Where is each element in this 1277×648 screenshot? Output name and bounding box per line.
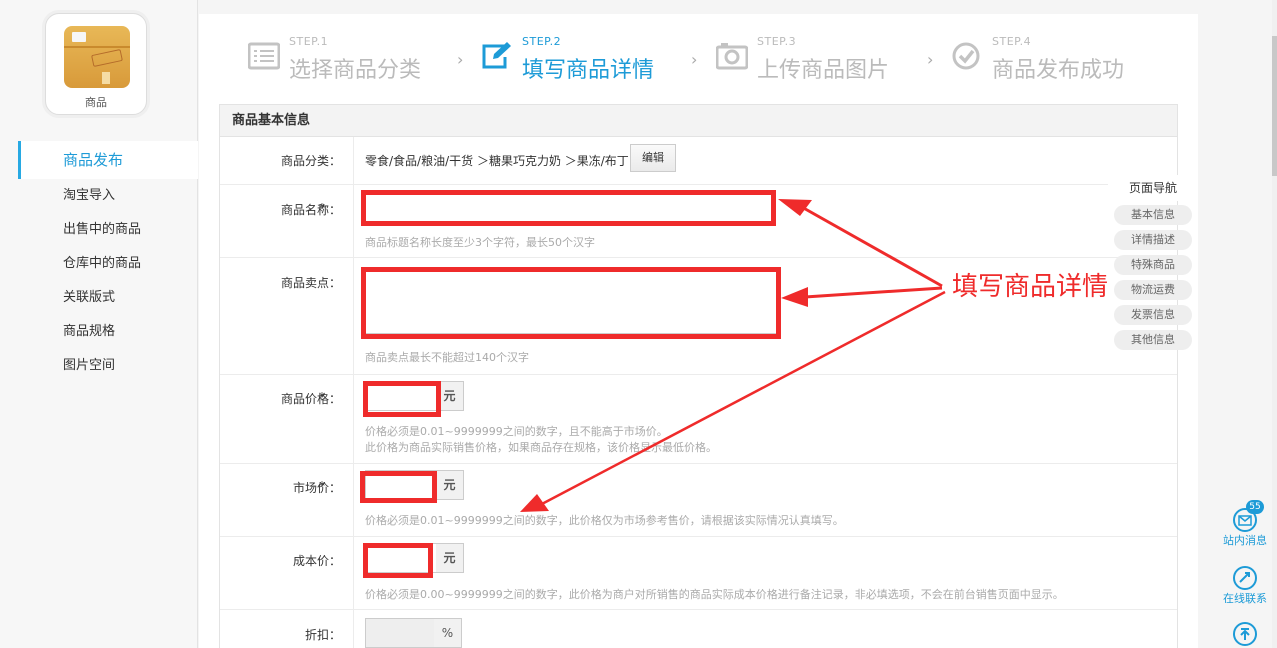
- page-nav-item-shipping[interactable]: 物流运费: [1114, 280, 1192, 300]
- category-label: 商品分类：: [280, 154, 341, 168]
- market-price-label: 市场价：: [292, 481, 341, 495]
- page-nav-item-basic[interactable]: 基本信息: [1114, 205, 1192, 225]
- chat-icon: [1233, 566, 1257, 590]
- market-price-hint: 价格必须是0.01~9999999之间的数字，此价格仅为市场参考售价，请根据该实…: [365, 514, 844, 527]
- cost-price-label: 成本价：: [292, 554, 341, 568]
- goods-box-icon: [64, 26, 130, 88]
- chevron-right-icon: ›: [457, 50, 464, 69]
- chevron-right-icon: ›: [691, 50, 698, 69]
- sidebar-item-taobao-import[interactable]: 淘宝导入: [18, 179, 198, 213]
- selling-point-hint: 商品卖点最长不能超过140个汉字: [365, 351, 529, 364]
- highlight-cost-price-box: [363, 543, 433, 578]
- category-path: 零食/食品/粮油/干货 ＞糖果巧克力奶 ＞果冻/布丁: [365, 154, 629, 168]
- cost-price-hint: 价格必须是0.00~9999999之间的数字，此价格为商户对所销售的商品实际成本…: [365, 588, 1064, 601]
- step-progress: STEP.1 选择商品分类 › STEP.2 填写商品详情 › STEP.3 上…: [199, 30, 1198, 90]
- online-contact-button[interactable]: 在线联系: [1218, 566, 1272, 606]
- check-circle-icon: [952, 42, 980, 70]
- sidebar-item-specs[interactable]: 商品规格: [18, 315, 198, 349]
- sidebar-item-warehouse[interactable]: 仓库中的商品: [18, 247, 198, 281]
- sidebar-item-publish[interactable]: 商品发布: [18, 141, 198, 179]
- app-logo-box[interactable]: 商品: [45, 13, 147, 115]
- page-nav-item-detail[interactable]: 详情描述: [1114, 230, 1192, 250]
- discount-input[interactable]: [365, 618, 435, 648]
- sidebar-item-related-layout[interactable]: 关联版式: [18, 281, 198, 315]
- list-icon: [248, 42, 280, 70]
- discount-unit: %: [434, 618, 462, 648]
- chevron-right-icon: ›: [927, 50, 934, 69]
- edit-icon: [482, 42, 511, 69]
- category-row: 商品分类： 零食/食品/粮油/干货 ＞糖果巧克力奶 ＞果冻/布丁 编辑: [220, 137, 1177, 185]
- name-label: 商品名称：: [280, 203, 341, 217]
- app-name: 商品: [85, 96, 107, 109]
- selling-point-label: 商品卖点：: [280, 276, 341, 290]
- sidebar-item-image-space[interactable]: 图片空间: [18, 349, 198, 383]
- price-hint-2: 此价格为商品实际销售价格，如果商品存在规格，该价格显示最低价格。: [365, 441, 717, 454]
- page-nav-item-special[interactable]: 特殊商品: [1114, 255, 1192, 275]
- discount-label: 折扣：: [304, 628, 341, 642]
- online-contact-label: 在线联系: [1223, 592, 1267, 605]
- price-hint-1: 价格必须是0.01~9999999之间的数字，且不能高于市场价。: [365, 425, 668, 438]
- highlight-selling-point-box: [361, 267, 781, 339]
- sidebar-menu: 商品发布 淘宝导入 出售中的商品 仓库中的商品 关联版式 商品规格 图片空间: [18, 141, 198, 383]
- market-price-unit: 元: [436, 470, 464, 500]
- page-nav: 页面导航 基本信息 详情描述 特殊商品 物流运费 发票信息 其他信息: [1108, 175, 1198, 355]
- back-to-top-icon: [1233, 622, 1257, 646]
- price-label: 商品价格：: [280, 392, 341, 406]
- highlight-price-box: [363, 381, 441, 417]
- edit-category-button[interactable]: 编辑: [630, 144, 676, 172]
- page-nav-item-other[interactable]: 其他信息: [1114, 330, 1192, 350]
- annotation-label: 填写商品详情: [952, 272, 1109, 302]
- cost-price-unit: 元: [436, 543, 464, 573]
- back-to-top-button[interactable]: [1218, 622, 1272, 646]
- page-nav-title: 页面导航: [1108, 175, 1198, 201]
- site-message-button[interactable]: 站内消息: [1218, 508, 1272, 548]
- message-count-badge: 55: [1246, 500, 1264, 514]
- scrollbar-thumb[interactable]: [1272, 36, 1277, 176]
- sidebar-item-on-sale[interactable]: 出售中的商品: [18, 213, 198, 247]
- camera-icon: [716, 43, 748, 70]
- sidebar: 商品 商品发布 淘宝导入 出售中的商品 仓库中的商品 关联版式 商品规格 图片空…: [0, 0, 198, 648]
- site-message-label: 站内消息: [1223, 534, 1267, 547]
- name-hint: 商品标题名称长度至少3个字符，最长50个汉字: [365, 236, 595, 249]
- section-title: 商品基本信息: [220, 105, 1177, 137]
- highlight-market-price-box: [360, 471, 437, 503]
- discount-row: 折扣： %: [220, 610, 1177, 648]
- page-nav-item-invoice[interactable]: 发票信息: [1114, 305, 1192, 325]
- highlight-name-box: [361, 190, 776, 226]
